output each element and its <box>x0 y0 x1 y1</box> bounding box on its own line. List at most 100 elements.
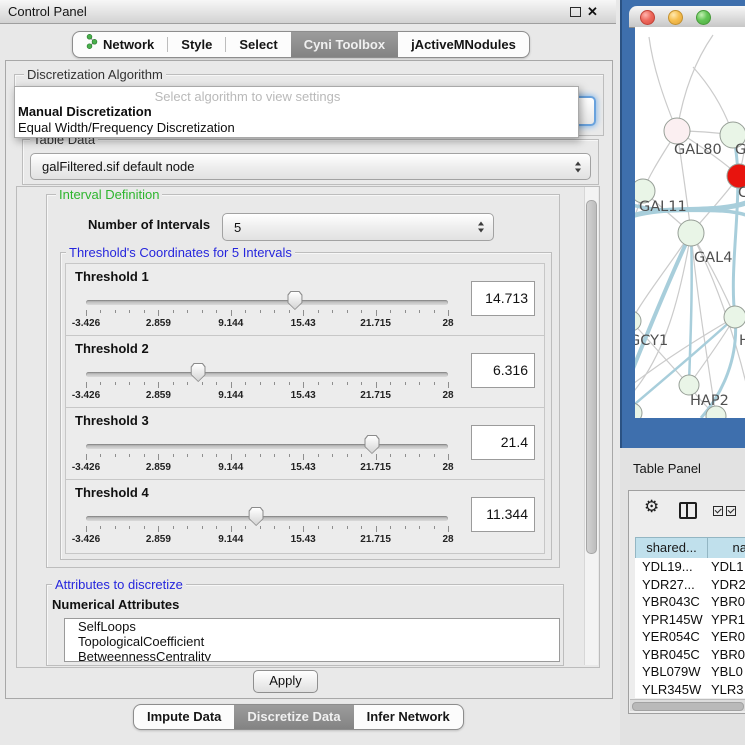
numerical-attributes-label: Numerical Attributes <box>52 597 179 612</box>
cell-name: YDL1 <box>711 558 744 576</box>
table-data-combobox[interactable]: galFiltered.sif default node <box>30 153 591 180</box>
table-horizontal-scrollbar[interactable] <box>630 699 745 711</box>
network-node-h[interactable] <box>724 306 745 328</box>
network-window-titlebar[interactable] <box>629 6 745 28</box>
slider-tick <box>274 526 275 529</box>
select-columns-icon[interactable] <box>679 502 697 519</box>
slider-tick-label: 28 <box>442 390 453 401</box>
tab-select[interactable]: Select <box>226 32 290 57</box>
slider-tick <box>405 526 406 529</box>
slider-tick-label: 2.859 <box>146 534 171 545</box>
slider-tick <box>129 310 130 313</box>
threshold-slider-track[interactable] <box>86 300 448 305</box>
network-canvas[interactable]: GAL80GACGAL11GAL4GCY1HHAP2 <box>635 27 745 418</box>
threshold-slider-track[interactable] <box>86 516 448 521</box>
slider-tick <box>448 310 449 316</box>
table-horizontal-scrollbar-thumb[interactable] <box>632 702 744 711</box>
slider-tick <box>361 382 362 385</box>
tab-label: Cyni Toolbox <box>304 33 385 57</box>
slider-tick <box>448 382 449 388</box>
slider-tick-label: -3.426 <box>72 534 100 545</box>
network-node-gal80[interactable] <box>664 118 690 144</box>
close-icon[interactable]: ✕ <box>587 3 598 20</box>
mode-tab-impute-data[interactable]: Impute Data <box>134 705 234 729</box>
window-zoom-traffic-light-icon[interactable] <box>696 10 711 25</box>
network-node-gcy1[interactable] <box>635 311 641 331</box>
slider-tick-label: 2.859 <box>146 462 171 473</box>
tab-network[interactable]: Network <box>73 32 167 57</box>
slider-tick <box>332 310 333 313</box>
attribute-list-item[interactable]: SelfLoops <box>65 619 559 634</box>
attribute-list-item[interactable]: TopologicalCoefficient <box>65 634 559 649</box>
attributes-group-title: Attributes to discretize <box>52 577 186 592</box>
window-minimize-traffic-light-icon[interactable] <box>668 10 683 25</box>
slider-tick <box>144 454 145 457</box>
column-header-shared-name[interactable]: shared... <box>635 537 708 559</box>
algorithm-option-equal-width-frequency-discretization[interactable]: Equal Width/Frequency Discretization <box>18 120 235 135</box>
attribute-list-item[interactable]: BetweennessCentrality <box>65 649 559 662</box>
table-row[interactable]: YER054C YER0 <box>635 628 745 646</box>
slider-tick <box>318 454 319 457</box>
tab-style[interactable]: Style <box>168 32 225 57</box>
network-node-label: GAL11 <box>639 199 687 215</box>
settings-scrollbar-thumb[interactable] <box>586 200 597 554</box>
slider-tick <box>216 310 217 313</box>
table-body[interactable]: YDL19...YDL1YDR27...YDR2YBR043CYBR0YPR14… <box>635 558 745 698</box>
table-row[interactable]: YLR345WYLR3 <box>635 681 745 699</box>
threshold-slider-thumb[interactable] <box>364 435 379 454</box>
slider-tick <box>419 310 420 313</box>
apply-button[interactable]: Apply <box>253 670 318 693</box>
threshold-slider-thumb[interactable] <box>287 291 302 310</box>
mode-tab-discretize-data[interactable]: Discretize Data <box>234 705 353 729</box>
threshold-slider-thumb[interactable] <box>249 507 264 526</box>
threshold-value-field[interactable]: 21.4 <box>471 425 535 460</box>
cell-shared-name: YER054C <box>642 628 700 646</box>
threshold-slider-track[interactable] <box>86 444 448 449</box>
network-node-gal4[interactable] <box>678 220 704 246</box>
gear-icon[interactable]: ⚙ <box>644 498 659 515</box>
threshold-value-field[interactable]: 11.344 <box>471 497 535 532</box>
table-row[interactable]: YBL079WYBL0 <box>635 663 745 681</box>
table-row[interactable]: YDR27...YDR2 <box>635 576 745 594</box>
threshold-row-2: Threshold 2-3.4262.8599.14415.4321.71528… <box>65 335 545 410</box>
combo-arrows-icon <box>575 161 581 172</box>
slider-tick <box>231 382 232 388</box>
network-node-label: GA <box>735 142 745 158</box>
network-node[interactable] <box>635 403 642 418</box>
cell-shared-name: YBR045C <box>642 646 700 664</box>
hide-all-columns-checkbox-icon[interactable] <box>726 506 736 516</box>
threshold-value-field[interactable]: 6.316 <box>471 353 535 388</box>
table-row[interactable]: YDL19...YDL1 <box>635 558 745 576</box>
slider-tick <box>187 310 188 313</box>
cell-shared-name: YDR27... <box>642 576 695 594</box>
threshold-label: Threshold 3 <box>75 413 149 428</box>
number-of-intervals-combobox[interactable]: 5 <box>222 213 494 241</box>
tab-cyni-toolbox[interactable]: Cyni Toolbox <box>291 32 398 57</box>
slider-tick <box>361 310 362 313</box>
threshold-value-field[interactable]: 14.713 <box>471 281 535 316</box>
tab-jactivemnodules[interactable]: jActiveMNodules <box>398 32 529 57</box>
table-row[interactable]: YBR045CYBR0 <box>635 646 745 664</box>
table-row[interactable]: YPR145WYPR1 <box>635 611 745 629</box>
slider-tick <box>318 526 319 529</box>
mode-tab-infer-network[interactable]: Infer Network <box>354 705 463 729</box>
slider-tick <box>216 454 217 457</box>
slider-tick-label: -3.426 <box>72 318 100 329</box>
slider-tick <box>260 310 261 313</box>
show-all-columns-checkbox-icon[interactable] <box>713 506 723 516</box>
table-row[interactable]: YBR043CYBR0 <box>635 593 745 611</box>
slider-tick <box>274 382 275 385</box>
column-header-name[interactable]: na <box>708 537 745 559</box>
threshold-slider-thumb[interactable] <box>191 363 206 382</box>
threshold-slider-track[interactable] <box>86 372 448 377</box>
numerical-attributes-list[interactable]: SelfLoopsTopologicalCoefficientBetweenne… <box>64 618 560 662</box>
slider-tick <box>434 454 435 457</box>
slider-tick-label: 9.144 <box>218 534 243 545</box>
slider-tick <box>434 382 435 385</box>
algorithm-option-manual-discretization[interactable]: Manual Discretization <box>18 104 152 119</box>
cell-name: YER0 <box>711 628 745 646</box>
window-close-traffic-light-icon[interactable] <box>640 10 655 25</box>
slider-tick-label: 15.43 <box>291 318 316 329</box>
network-node-hap2[interactable] <box>679 375 699 395</box>
float-window-icon[interactable] <box>570 7 581 17</box>
